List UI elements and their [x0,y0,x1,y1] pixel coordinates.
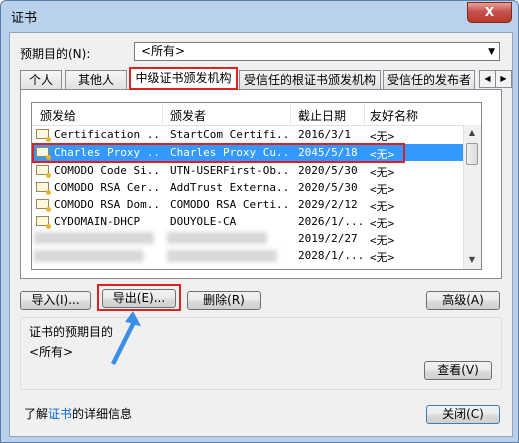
tab-strip: 个人 其他人 中级证书颁发机构 受信任的根证书颁发机构 受信任的发布者 ◀ ▶ [20,67,512,90]
redacted-cell [34,250,144,262]
cell-issued-by: COMODO RSA Certi... [170,198,290,211]
cell-issued-to: Certification ... [54,128,160,141]
tab-personal[interactable]: 个人 [20,70,62,89]
certificates-help-link[interactable]: 证书 [48,407,72,421]
dialog-body: 预期目的(N): <所有> ▼ 个人 其他人 中级证书颁发机构 受信任的根证书颁… [9,32,513,437]
tab-trusted-root-ca[interactable]: 受信任的根证书颁发机构 [239,70,381,89]
title-bar: 证书 X [1,1,518,31]
col-divider [290,103,291,125]
cell-friendly-name: <无> [370,130,395,143]
cell-friendly-name: <无> [370,166,395,179]
table-row[interactable]: Certification ... StartCom Certifi... 20… [32,126,464,143]
cell-friendly-name: <无> [370,251,395,264]
info-prefix: 了解 [24,407,49,421]
remove-button[interactable]: 删除(R) [187,291,261,310]
cell-issued-to: COMODO RSA Cer... [54,181,160,194]
table-row[interactable]: 2019/2/27 <无> [32,230,464,247]
cell-friendly-name: <无> [370,183,395,196]
scroll-down-icon[interactable]: ▼ [464,252,480,268]
cell-friendly-name: <无> [370,234,395,247]
cell-issued-by: AddTrust Externa... [170,181,290,194]
annotation-arrow-icon [111,311,141,365]
row-highlight-box [32,143,405,163]
chevron-down-icon: ▼ [488,47,495,57]
view-button[interactable]: 查看(V) [424,361,492,380]
tab-panel: 颁发给 颁发者 截止日期 友好名称 Certification ... Star… [20,89,502,279]
col-issued-by[interactable]: 颁发者 [170,107,206,124]
import-button[interactable]: 导入(I)... [20,291,91,310]
purpose-selected-value: <所有> [141,44,186,58]
redacted-cell [34,232,154,244]
cell-issued-by: DOUYOLE-CA [170,215,237,228]
certificate-icon [36,199,51,212]
table-row[interactable]: COMODO Code Si... UTN-USERFirst-Ob... 20… [32,162,464,179]
cell-expiry: 2028/1/... [298,249,364,262]
scroll-up-icon[interactable]: ▲ [464,125,480,141]
certificate-icon [36,182,51,195]
redacted-cell [167,232,267,244]
list-header: 颁发给 颁发者 截止日期 友好名称 [32,103,481,126]
col-divider [162,103,163,125]
certificate-icon [36,165,51,178]
close-button[interactable]: 关闭(C) [426,405,500,424]
cell-issued-by: UTN-USERFirst-Ob... [170,164,290,177]
certificate-icon [36,129,51,142]
col-expiry[interactable]: 截止日期 [298,107,346,124]
cell-friendly-name: <无> [370,200,395,213]
table-row[interactable]: 2028/1/... <无> [32,247,464,264]
info-suffix: 的详细信息 [72,407,133,421]
export-highlight-box [97,284,181,311]
cell-issued-to: COMODO RSA Dom... [54,198,160,211]
purposes-group-label: 证书的预期目的 [29,325,114,339]
cell-expiry: 2016/3/1 [298,128,351,141]
close-window-button[interactable]: X [467,2,512,23]
cell-expiry: 2019/2/27 [298,232,358,245]
list-scrollbar[interactable]: ▲ ▼ [463,125,481,269]
tab-trusted-publishers[interactable]: 受信任的发布者 [383,70,475,89]
cell-expiry: 2020/5/30 [298,181,358,194]
tab-scroll-left-icon[interactable]: ◀ [479,70,496,88]
purpose-label: 预期目的(N): [20,47,91,61]
cell-expiry: 2026/1/... [298,215,364,228]
purposes-group: 证书的预期目的 <所有> 查看(V) [20,317,502,390]
tab-scroll-right-icon[interactable]: ▶ [495,70,512,88]
cell-issued-to: COMODO Code Si... [54,164,160,177]
cell-issued-to: CYDOMAIN-DHCP [54,215,141,228]
certificate-icon [36,216,51,229]
certificate-list[interactable]: 颁发给 颁发者 截止日期 友好名称 Certification ... Star… [31,102,482,270]
col-friendly-name[interactable]: 友好名称 [370,107,418,124]
col-issued-to[interactable]: 颁发给 [40,107,76,124]
cell-expiry: 2029/2/12 [298,198,358,211]
scroll-thumb[interactable] [466,143,478,165]
table-row[interactable]: CYDOMAIN-DHCP DOUYOLE-CA 2026/1/... <无> [32,213,464,230]
cell-issued-by: StartCom Certifi... [170,128,290,141]
info-text: 了解证书的详细信息 [24,405,132,422]
advanced-button[interactable]: 高级(A) [426,291,500,310]
cell-expiry: 2020/5/30 [298,164,358,177]
redacted-cell [167,250,277,262]
purposes-group-value: <所有> [29,345,74,359]
certificates-dialog: 证书 X 预期目的(N): <所有> ▼ 个人 其他人 中级证书颁发机构 受信任… [0,0,519,443]
cell-friendly-name: <无> [370,217,395,230]
purpose-dropdown[interactable]: <所有> ▼ [134,42,500,61]
tab-other-people[interactable]: 其他人 [65,70,127,89]
tab-highlight-box [129,67,238,90]
table-row[interactable]: COMODO RSA Dom... COMODO RSA Certi... 20… [32,196,464,213]
table-row[interactable]: COMODO RSA Cer... AddTrust Externa... 20… [32,179,464,196]
window-title: 证书 [11,11,38,26]
col-divider [364,103,365,125]
